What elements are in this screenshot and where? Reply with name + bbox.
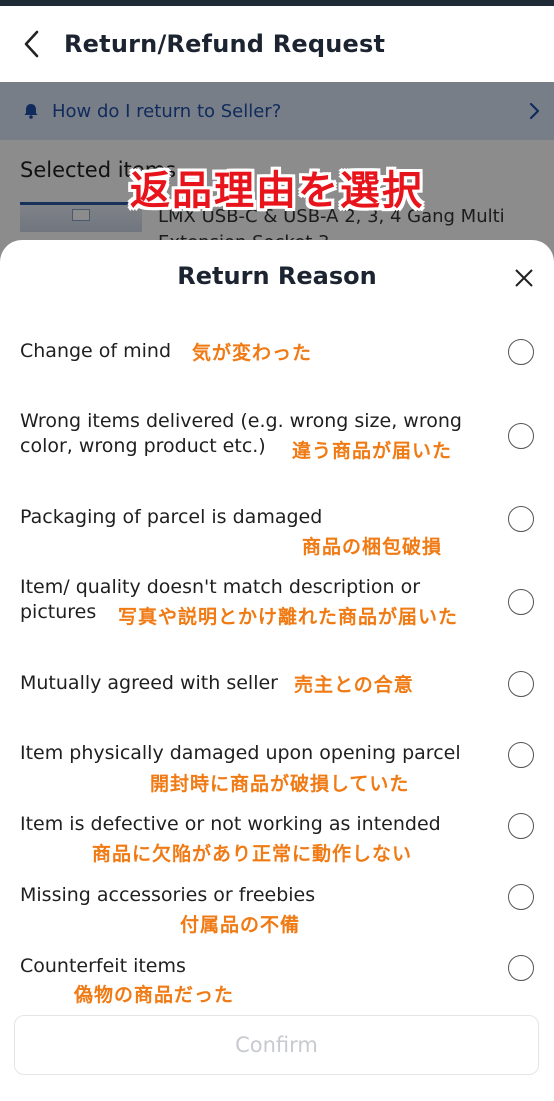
close-icon xyxy=(515,269,533,287)
reason-annotation-jp: 写真や説明とかけ離れた商品が届いた xyxy=(118,606,459,628)
reason-annotation-jp: 違う商品が届いた xyxy=(292,440,453,462)
reason-annotation-jp: 付属品の不備 xyxy=(180,914,301,936)
reason-option-not-as-described[interactable]: Item/ quality doesn't match description … xyxy=(0,575,554,635)
radio-button[interactable] xyxy=(508,742,534,768)
reason-option-change-of-mind[interactable]: Change of mind 気が変わった xyxy=(0,336,554,376)
header-bar: Return/Refund Request xyxy=(0,6,554,82)
reason-annotation-jp: 偽物の商品だった xyxy=(74,984,235,1006)
radio-button[interactable] xyxy=(508,671,534,697)
radio-button[interactable] xyxy=(508,339,534,365)
reason-option-counterfeit[interactable]: Counterfeit items 偽物の商品だった xyxy=(0,954,554,1014)
page-title: Return/Refund Request xyxy=(64,30,386,58)
reason-option-physically-damaged[interactable]: Item physically damaged upon opening par… xyxy=(0,741,554,801)
reason-label: Change of mind xyxy=(20,340,172,362)
reason-option-defective[interactable]: Item is defective or not working as inte… xyxy=(0,812,554,872)
confirm-button[interactable]: Confirm xyxy=(14,1015,539,1075)
reason-label: Mutually agreed with seller xyxy=(20,672,278,694)
reason-annotation-jp: 商品に欠陥があり正常に動作しない xyxy=(92,843,413,865)
reason-option-packaging-damaged[interactable]: Packaging of parcel is damaged 商品の梱包破損 xyxy=(0,504,554,564)
return-reason-sheet: Return Reason Change of mind 気が変わった Wron… xyxy=(0,240,554,1101)
reason-annotation-jp: 売主との合意 xyxy=(294,674,414,696)
back-button[interactable] xyxy=(0,6,64,82)
reason-option-wrong-items[interactable]: Wrong items delivered (e.g. wrong size, … xyxy=(0,408,554,468)
radio-button[interactable] xyxy=(508,884,534,910)
sheet-title: Return Reason xyxy=(177,262,377,290)
reason-option-missing-accessories[interactable]: Missing accessories or freebies 付属品の不備 xyxy=(0,883,554,943)
reason-label: Counterfeit items xyxy=(20,955,186,977)
reason-option-mutually-agreed[interactable]: Mutually agreed with seller 売主との合意 xyxy=(0,670,554,710)
radio-button[interactable] xyxy=(508,423,534,449)
reason-annotation-jp: 商品の梱包破損 xyxy=(302,536,443,558)
radio-button[interactable] xyxy=(508,813,534,839)
chevron-left-icon xyxy=(24,30,39,58)
reason-annotation-jp: 開封時に商品が破損していた xyxy=(150,773,410,795)
close-button[interactable] xyxy=(508,262,540,294)
reason-label: Packaging of parcel is damaged xyxy=(20,506,323,528)
radio-button[interactable] xyxy=(508,589,534,615)
reason-label: Item physically damaged upon opening par… xyxy=(20,742,461,764)
radio-button[interactable] xyxy=(508,506,534,532)
annotation-banner: 返品理由を選択 xyxy=(130,168,424,214)
reason-label: Item is defective or not working as inte… xyxy=(20,813,441,835)
reason-annotation-jp: 気が変わった xyxy=(192,342,313,364)
radio-button[interactable] xyxy=(508,955,534,981)
reason-label: Missing accessories or freebies xyxy=(20,884,316,906)
